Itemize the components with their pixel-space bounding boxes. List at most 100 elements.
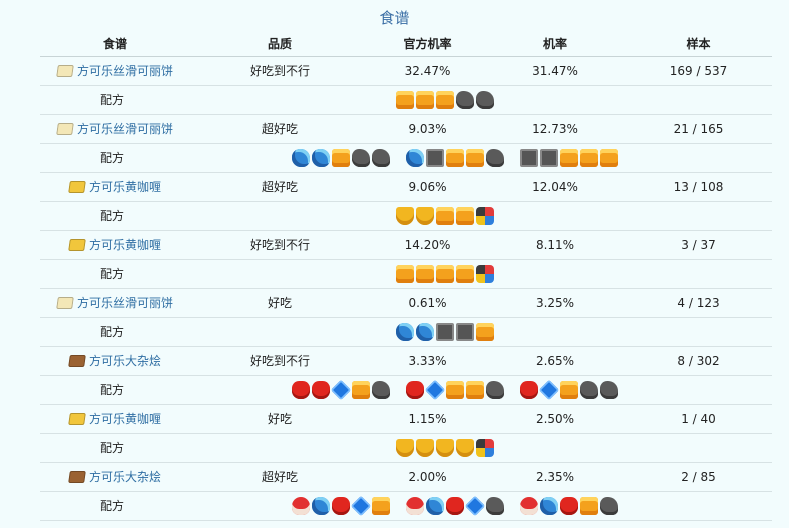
curry-icon: [68, 239, 86, 251]
col-rate: 机率: [485, 32, 625, 57]
quality-cell: 好吃到不行: [190, 230, 370, 260]
recipe-label: 配方: [40, 201, 190, 231]
ice-icon: [416, 323, 434, 341]
quality-cell: 好吃到不行: [190, 56, 370, 86]
official-rate-cell: 9.06%: [370, 172, 485, 202]
recipe-name: 方可乐黄咖喱: [40, 405, 190, 433]
recipe-name: 方可乐黄咖喱: [40, 231, 190, 259]
official-rate-cell: 2.00%: [370, 462, 485, 492]
recipe-name: 方可乐丝滑可丽饼: [40, 57, 190, 85]
ingredient-groups: [190, 202, 772, 230]
col-quality: 品质: [190, 32, 370, 57]
recipe-link[interactable]: 方可乐黄咖喱: [89, 231, 161, 259]
blue-gem-icon: [538, 379, 560, 401]
coal-icon: [372, 381, 390, 399]
ice-icon: [292, 149, 310, 167]
recipe-page: 食谱 食谱 品质 官方机率 机率 样本 方可乐丝滑可丽饼 好吃到不行 32.47% 3…: [0, 0, 789, 528]
table-row: 方可乐大杂烩 好吃到不行 3.33% 2.65% 8 / 302: [40, 346, 772, 376]
sample-cell: 13 / 108: [625, 172, 772, 202]
rate-cell: 8.11%: [485, 230, 625, 260]
rate-cell: 2.65%: [485, 346, 625, 376]
bread-icon: [580, 149, 598, 167]
quality-cell: 超好吃: [190, 462, 370, 492]
recipe-link[interactable]: 方可乐大杂烩: [89, 347, 161, 375]
sample-cell: 2 / 85: [625, 462, 772, 492]
ingredient-group: [406, 379, 504, 401]
rate-cell: 2.50%: [485, 404, 625, 434]
coal-icon: [486, 497, 504, 515]
recipe-name: 方可乐大杂烩: [40, 347, 190, 375]
ingredient-group: [396, 323, 494, 341]
sample-cell: 4 / 123: [625, 288, 772, 318]
bread-icon: [436, 91, 454, 109]
quality-cell: 好吃到不行: [190, 346, 370, 376]
crepe-icon: [56, 297, 74, 309]
ingredient-group: [396, 91, 494, 109]
recipe-link[interactable]: 方可乐黄咖喱: [89, 405, 161, 433]
blue-gem-icon: [330, 379, 352, 401]
recipe-name: 方可乐丝滑可丽饼: [40, 115, 190, 143]
mushroom-icon: [292, 497, 310, 515]
stone-icon: [456, 323, 474, 341]
mixed-ingredient-icon: [476, 207, 494, 225]
ice-icon: [312, 497, 330, 515]
mixed-ingredient-icon: [476, 265, 494, 283]
bread-icon: [416, 265, 434, 283]
recipe-label: 配方: [40, 317, 190, 347]
bread-icon: [436, 207, 454, 225]
recipe-name-cell: 方可乐丝滑可丽饼: [40, 56, 190, 86]
recipe-name-cell: 方可乐黄咖喱: [40, 404, 190, 434]
quality-cell: 超好吃: [190, 114, 370, 144]
cup-icon: [456, 439, 474, 457]
ingredient-group: [292, 495, 390, 517]
ingredient-group: [520, 497, 618, 515]
mushroom-icon: [406, 497, 424, 515]
table-row: 方可乐黄咖喱 超好吃 9.06% 12.04% 13 / 108: [40, 172, 772, 202]
table-header: 食谱 品质 官方机率 机率 样本: [40, 32, 772, 57]
ingredient-group: [406, 495, 504, 517]
recipe-link[interactable]: 方可乐丝滑可丽饼: [77, 57, 173, 85]
red-ingredient-icon: [292, 381, 310, 399]
coal-icon: [476, 91, 494, 109]
recipe-row: 配方: [40, 317, 772, 347]
ingredient-group: [520, 149, 618, 167]
ingredients-cell: [190, 433, 772, 463]
crepe-icon: [56, 65, 74, 77]
mixed-ingredient-icon: [476, 439, 494, 457]
sample-cell: 21 / 165: [625, 114, 772, 144]
ingredient-group: [520, 379, 618, 401]
curry-icon: [68, 181, 86, 193]
blue-gem-icon: [424, 379, 446, 401]
ingredients-cell: [190, 259, 772, 289]
recipe-link[interactable]: 方可乐丝滑可丽饼: [77, 289, 173, 317]
recipe-link[interactable]: 方可乐黄咖喱: [89, 173, 161, 201]
table-row: 方可乐丝滑可丽饼 超好吃 9.03% 12.73% 21 / 165: [40, 114, 772, 144]
ingredient-groups: [190, 144, 772, 172]
ingredient-group: [292, 149, 390, 167]
cup-icon: [416, 439, 434, 457]
recipe-row: 配方: [40, 201, 772, 231]
curry-icon: [68, 413, 86, 425]
recipe-link[interactable]: 方可乐大杂烩: [89, 463, 161, 491]
recipe-name: 方可乐大杂烩: [40, 463, 190, 491]
official-rate-cell: 9.03%: [370, 114, 485, 144]
rate-cell: 3.25%: [485, 288, 625, 318]
quality-cell: 好吃: [190, 288, 370, 318]
recipe-label: 配方: [40, 433, 190, 463]
recipe-link[interactable]: 方可乐丝滑可丽饼: [77, 115, 173, 143]
ingredient-group: [406, 149, 504, 167]
bread-icon: [476, 323, 494, 341]
bread-icon: [466, 381, 484, 399]
crepe-icon: [56, 123, 74, 135]
bread-icon: [560, 381, 578, 399]
ingredient-groups: [190, 318, 772, 346]
rate-cell: 31.47%: [485, 56, 625, 86]
recipe-name: 方可乐黄咖喱: [40, 173, 190, 201]
stone-icon: [436, 323, 454, 341]
official-rate-cell: 32.47%: [370, 56, 485, 86]
recipe-name-cell: 方可乐丝滑可丽饼: [40, 114, 190, 144]
sample-cell: 8 / 302: [625, 346, 772, 376]
recipe-row: 配方: [40, 375, 772, 405]
bread-icon: [456, 265, 474, 283]
recipe-name-cell: 方可乐大杂烩: [40, 462, 190, 492]
